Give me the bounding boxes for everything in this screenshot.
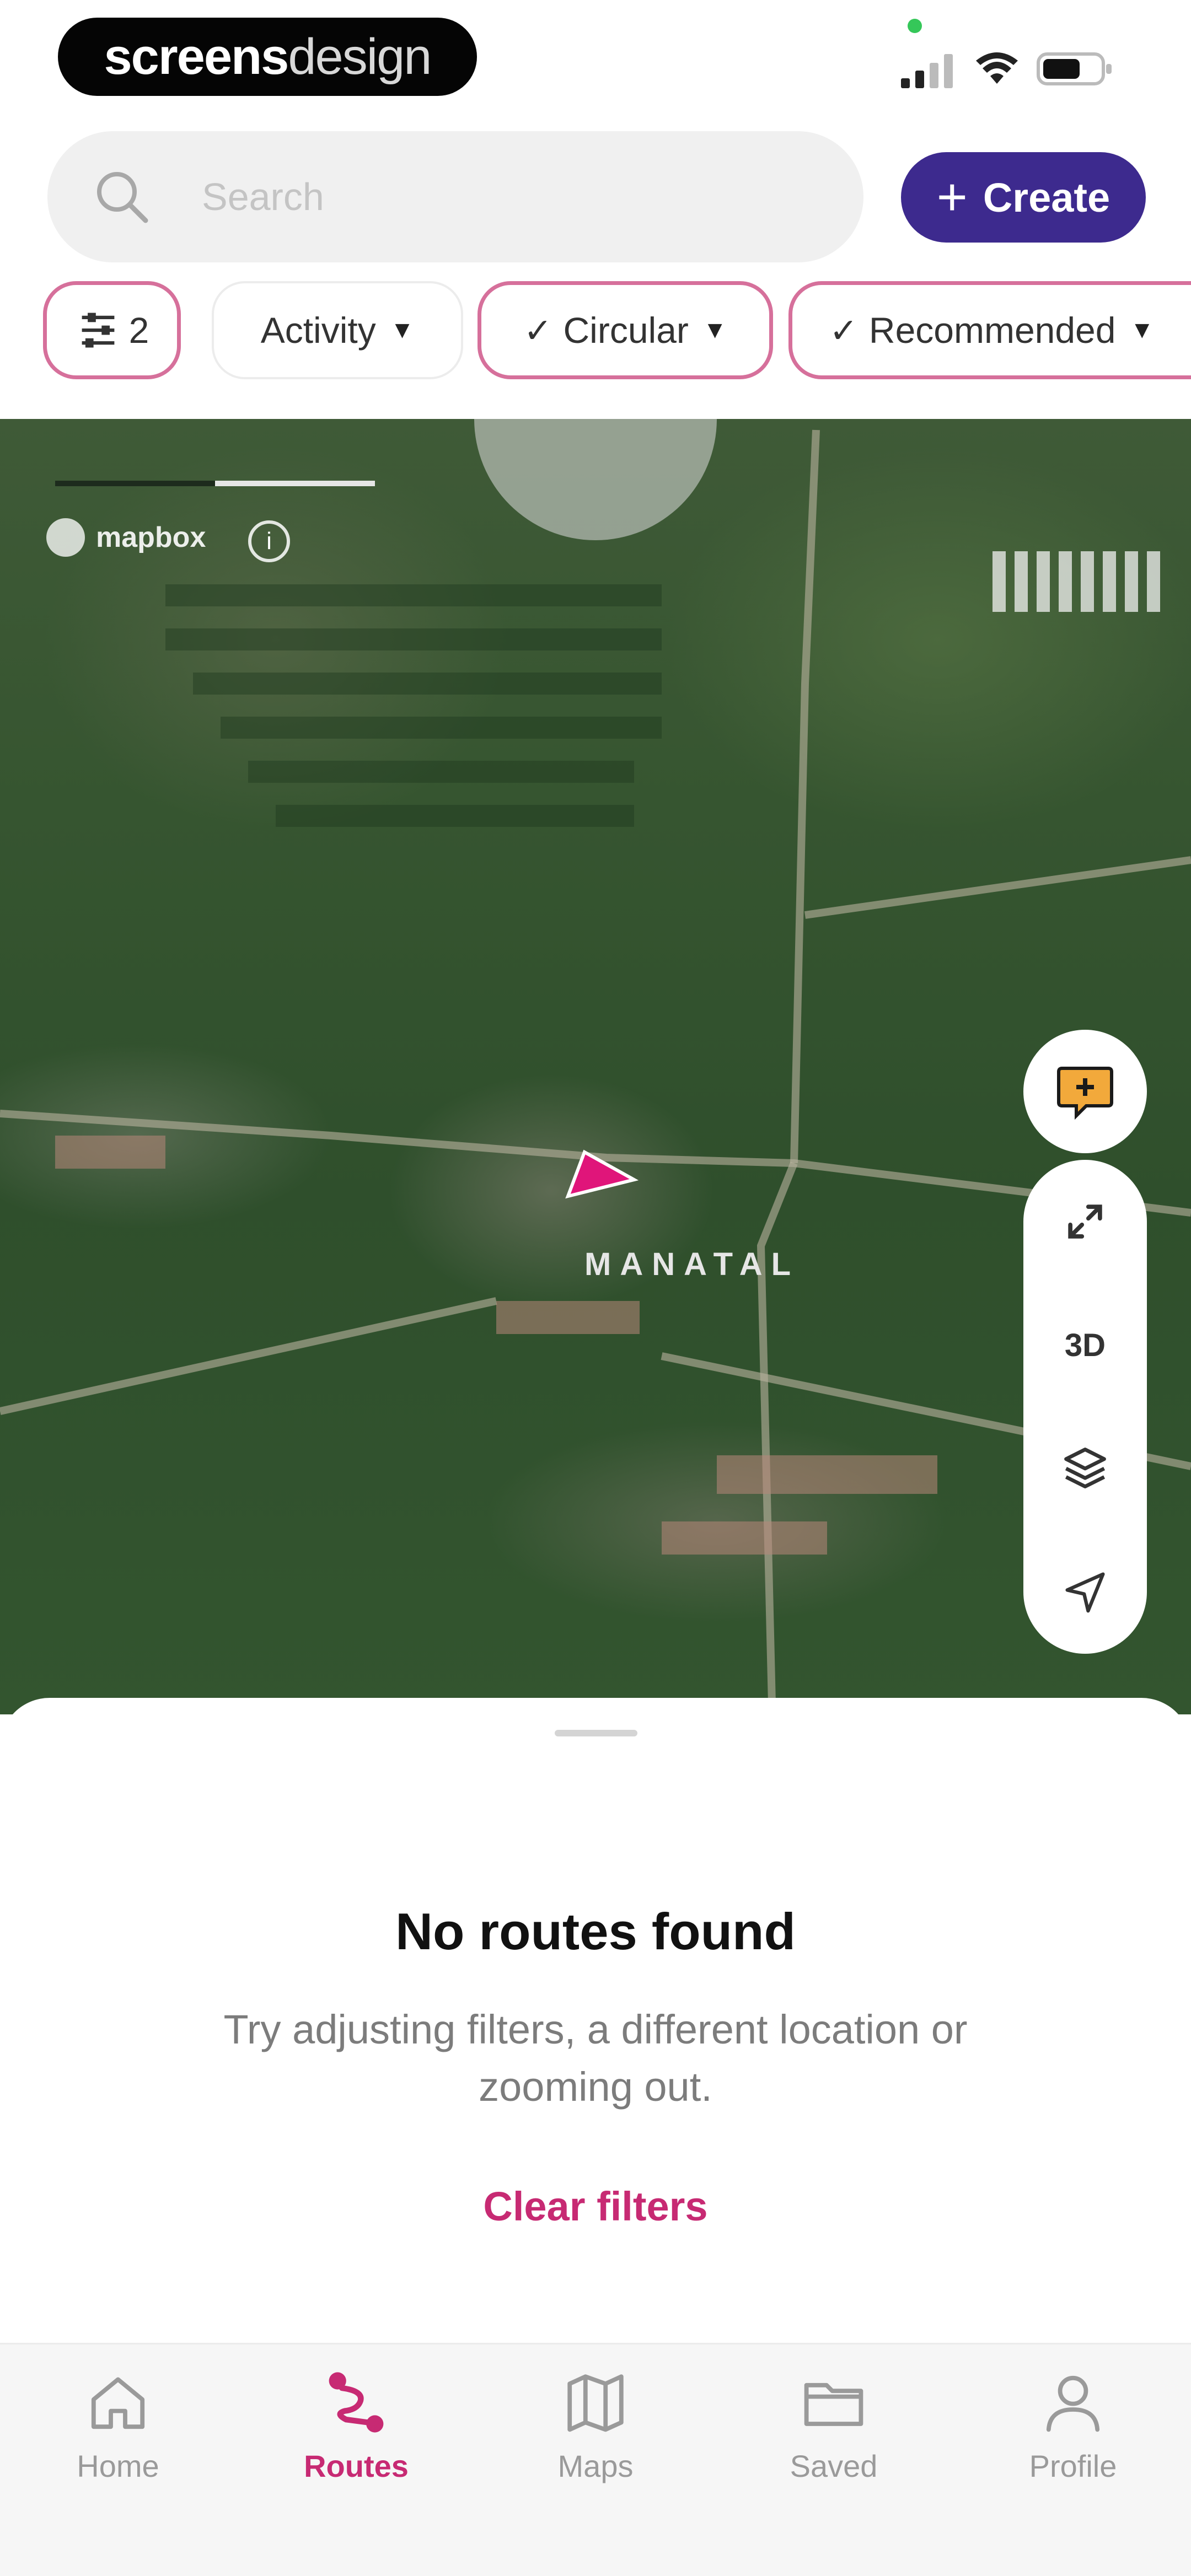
filter-chip-label: Circular bbox=[563, 310, 689, 351]
map-scale-bar bbox=[55, 481, 375, 486]
filter-sliders-icon bbox=[82, 313, 115, 348]
satellite-map[interactable]: mapbox i MANATAL bbox=[0, 419, 1191, 1714]
routes-icon bbox=[329, 2372, 384, 2433]
message-plus-icon bbox=[1057, 1067, 1113, 1120]
folder-icon bbox=[804, 2383, 863, 2426]
filter-count-chip[interactable]: 2 bbox=[43, 281, 181, 379]
mapbox-logo-icon bbox=[46, 518, 85, 557]
caret-down-icon: ▼ bbox=[1130, 316, 1155, 343]
tab-label: Maps bbox=[557, 2449, 634, 2483]
tab-label: Saved bbox=[790, 2449, 878, 2483]
empty-state-title: No routes found bbox=[395, 1902, 796, 1960]
home-icon bbox=[91, 2377, 145, 2429]
map-roads bbox=[0, 429, 1191, 1704]
filter-count: 2 bbox=[128, 310, 149, 351]
three-d-toggle[interactable]: 3D bbox=[1023, 1283, 1147, 1407]
brand-logo: screens design bbox=[58, 18, 477, 96]
search-icon bbox=[97, 172, 148, 223]
filter-chip-circular[interactable]: ✓ Circular ▼ bbox=[478, 281, 773, 379]
tab-home[interactable]: Home bbox=[35, 2367, 201, 2510]
filter-chip-activity[interactable]: Activity ▼ bbox=[212, 281, 463, 379]
tab-routes[interactable]: Routes bbox=[273, 2367, 439, 2510]
tab-profile[interactable]: Profile bbox=[990, 2367, 1156, 2510]
clear-filters-button[interactable]: Clear filters bbox=[430, 2183, 761, 2230]
location-arrow-marker-icon bbox=[565, 1149, 639, 1199]
map-controls: 3D bbox=[1023, 1160, 1147, 1654]
tab-label: Profile bbox=[1029, 2449, 1117, 2483]
layers-icon bbox=[1064, 1448, 1106, 1488]
create-button-label: Create bbox=[983, 174, 1110, 221]
filter-chips-row: 2 Activity ▼ ✓ Circular ▼ ✓ Recommended … bbox=[0, 281, 1191, 386]
cellular-signal-icon bbox=[901, 54, 953, 88]
caret-down-icon: ▼ bbox=[702, 316, 727, 343]
results-sheet: No routes found Try adjusting filters, a… bbox=[0, 1698, 1191, 2343]
filter-chip-label: Activity bbox=[260, 310, 376, 351]
brand-primary: screens bbox=[104, 28, 289, 85]
filter-chip-recommended[interactable]: ✓ Recommended ▼ bbox=[788, 281, 1191, 379]
expand-icon bbox=[1068, 1204, 1102, 1239]
check-icon: ✓ bbox=[829, 311, 858, 350]
status-bar: screens design bbox=[0, 0, 1191, 121]
check-icon: ✓ bbox=[523, 311, 552, 350]
navigation-arrow-icon bbox=[1065, 1572, 1105, 1613]
plus-icon: + bbox=[936, 168, 968, 227]
locate-me-button[interactable] bbox=[1023, 1530, 1147, 1654]
create-button[interactable]: + Create bbox=[901, 152, 1146, 243]
mapbox-attribution-text: mapbox bbox=[96, 521, 206, 553]
place-label: MANATAL bbox=[584, 1246, 800, 1282]
privacy-indicator-dot bbox=[908, 19, 922, 33]
fullscreen-button[interactable] bbox=[1023, 1160, 1147, 1283]
caret-down-icon: ▼ bbox=[390, 316, 415, 343]
mapbox-attribution[interactable]: mapbox bbox=[46, 518, 206, 557]
brand-secondary: design bbox=[288, 28, 432, 85]
feedback-button[interactable] bbox=[1023, 1030, 1147, 1153]
tab-label: Routes bbox=[304, 2449, 409, 2483]
battery-icon bbox=[1037, 52, 1112, 85]
sheet-drag-handle[interactable] bbox=[555, 1730, 637, 1736]
empty-state-subtitle: Try adjusting filters, a different locat… bbox=[223, 2007, 968, 2110]
tab-label: Home bbox=[77, 2449, 159, 2483]
info-icon[interactable]: i bbox=[248, 520, 290, 562]
tab-saved[interactable]: Saved bbox=[751, 2367, 916, 2510]
map-icon bbox=[567, 2374, 624, 2432]
wifi-icon bbox=[976, 52, 1018, 84]
filter-chip-label: Recommended bbox=[868, 310, 1116, 351]
tab-maps[interactable]: Maps bbox=[513, 2367, 678, 2510]
profile-icon bbox=[1046, 2375, 1100, 2432]
layers-button[interactable] bbox=[1023, 1407, 1147, 1530]
search-input[interactable]: Search bbox=[47, 131, 863, 262]
bottom-tab-bar: Home Routes Maps Saved Profile bbox=[0, 2343, 1191, 2576]
search-placeholder: Search bbox=[202, 175, 324, 218]
